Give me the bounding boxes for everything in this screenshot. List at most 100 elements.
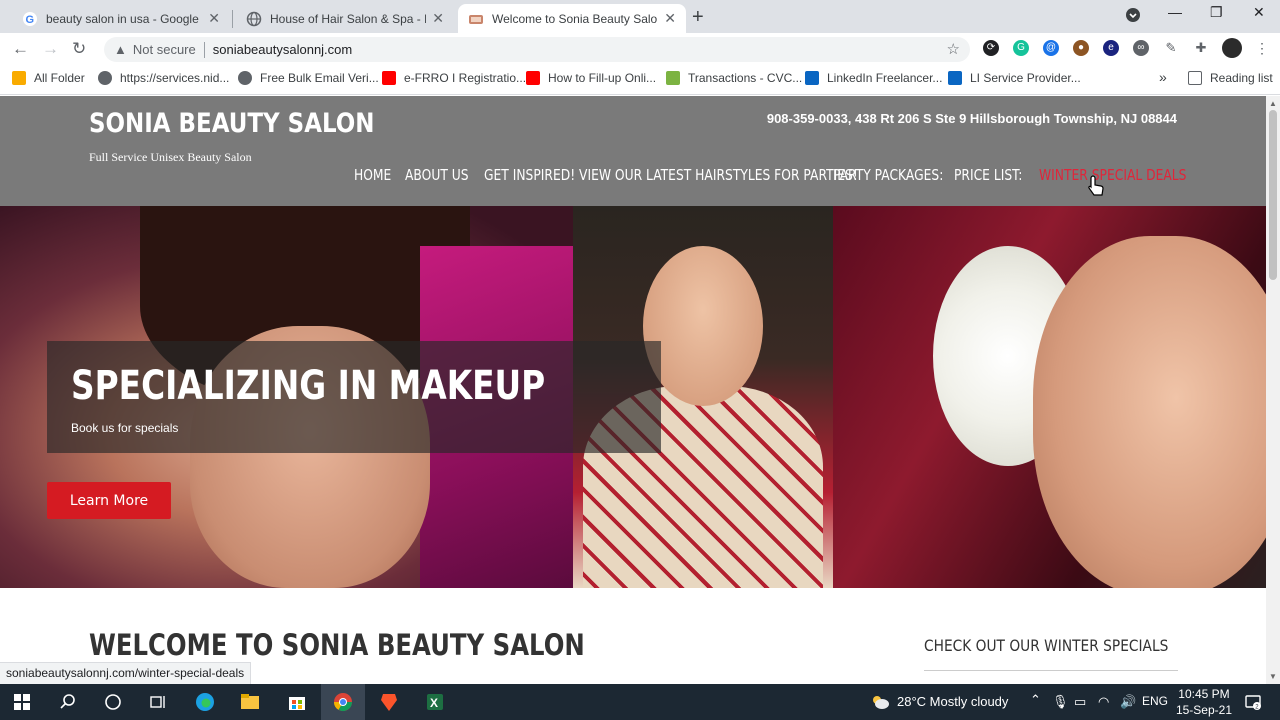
reading-list-button[interactable]: Reading list: [1188, 71, 1273, 85]
cookie-icon[interactable]: ●: [1073, 40, 1089, 56]
bookmark-item[interactable]: https://services.nid...: [98, 71, 229, 85]
clock-time: 10:45 PM: [1178, 687, 1230, 701]
windows-start-icon[interactable]: [12, 692, 32, 712]
youtube-icon: [526, 71, 540, 85]
svg-text:X: X: [430, 696, 438, 710]
scroll-down-icon[interactable]: ▼: [1269, 672, 1277, 681]
more-bookmarks-icon[interactable]: »: [1159, 69, 1167, 85]
extensions-puzzle-icon[interactable]: ✚: [1193, 40, 1209, 56]
tab-search-icon[interactable]: [1125, 7, 1141, 26]
bookmark-item[interactable]: How to Fill-up Onli...: [526, 71, 656, 85]
hero-banner: SPECIALIZING IN MAKEUP Book us for speci…: [0, 206, 1266, 588]
tab-title: Welcome to Sonia Beauty Salon-: [492, 11, 659, 26]
translate-extension-icon[interactable]: e: [1103, 40, 1119, 56]
scrollbar-thumb[interactable]: [1269, 110, 1277, 280]
chrome-icon[interactable]: [333, 692, 353, 712]
store-icon[interactable]: [287, 692, 307, 712]
salon-favicon-icon: [468, 11, 484, 27]
close-window-icon[interactable]: ✕: [1253, 4, 1265, 21]
task-view-icon[interactable]: [148, 692, 168, 712]
nav-home[interactable]: HOME: [354, 166, 391, 184]
linkedin-icon: [805, 71, 819, 85]
tab-separator: [232, 10, 233, 28]
volume-icon[interactable]: 🔊: [1120, 694, 1136, 710]
page-scrollbar[interactable]: ▲ ▼: [1266, 96, 1280, 684]
bookmark-item[interactable]: LI Service Provider...: [948, 71, 1081, 85]
grammarly-icon[interactable]: G: [1013, 40, 1029, 56]
google-icon: G: [22, 11, 38, 27]
nav-party-packages[interactable]: PARTY PACKAGES:: [833, 166, 943, 184]
address-bar[interactable]: ▲ Not secure soniabeautysalonnj.com ☆: [104, 37, 970, 62]
close-icon[interactable]: ✕: [432, 10, 444, 27]
tab-title: House of Hair Salon & Spa - Broo: [270, 11, 426, 26]
browser-toolbar: ← → ↻ ▲ Not secure soniabeautysalonnj.co…: [0, 33, 1280, 65]
winter-specials-heading: CHECK OUT OUR WINTER SPECIALS: [924, 636, 1169, 655]
cortana-icon[interactable]: [103, 692, 123, 712]
nav-get-inspired[interactable]: GET INSPIRED! VIEW OUR LATEST HAIRSTYLES…: [484, 166, 858, 184]
tab-google-search[interactable]: G beauty salon in usa - Google Sea ✕: [12, 4, 230, 33]
bookmark-star-icon[interactable]: ☆: [947, 40, 960, 58]
forward-icon[interactable]: →: [42, 39, 59, 59]
new-tab-button[interactable]: +: [692, 6, 704, 29]
minimize-icon[interactable]: —: [1168, 4, 1182, 20]
nav-about-us[interactable]: ABOUT US: [405, 166, 469, 184]
close-icon[interactable]: ✕: [664, 10, 676, 27]
tab-title: beauty salon in usa - Google Sea: [46, 11, 202, 26]
windows-taskbar: X 28°C Mostly cloudy ⌃ 🎙 ▭ ◠ 🔊 ENG 10:45…: [0, 684, 1280, 720]
extension-sync-icon[interactable]: ⟳: [983, 40, 999, 56]
warning-icon[interactable]: ▲: [114, 42, 127, 57]
contact-info: 908-359-0033, 438 Rt 206 S Ste 9 Hillsbo…: [766, 111, 1177, 126]
not-secure-label[interactable]: Not secure: [133, 42, 196, 57]
battery-icon[interactable]: ▭: [1074, 694, 1086, 710]
edge-icon[interactable]: [195, 692, 215, 712]
globe-icon: [246, 11, 262, 27]
excel-icon[interactable]: X: [425, 692, 445, 712]
link-extension-icon[interactable]: ∞: [1133, 40, 1149, 56]
site-tagline: Full Service Unisex Beauty Salon: [89, 150, 252, 164]
web-page: SONIA BEAUTY SALON Full Service Unisex B…: [0, 96, 1266, 684]
more-menu-icon[interactable]: ⋮: [1254, 40, 1270, 56]
url-text[interactable]: soniabeautysalonnj.com: [213, 42, 352, 57]
maximize-icon[interactable]: ❐: [1210, 4, 1223, 21]
hero-image-face: [643, 246, 763, 406]
site-logo[interactable]: SONIA BEAUTY SALON: [89, 108, 374, 139]
bookmark-item[interactable]: Transactions - CVC...: [666, 71, 802, 85]
tab-house-of-hair[interactable]: House of Hair Salon & Spa - Broo ✕: [236, 4, 454, 33]
mouse-pointer-icon: [1088, 175, 1104, 203]
weather-cloud-icon[interactable]: [870, 692, 890, 712]
nav-winter-special-deals[interactable]: WINTER SPECIAL DEALS: [1039, 166, 1186, 184]
language-indicator[interactable]: ENG: [1142, 694, 1168, 708]
svg-text:G: G: [26, 14, 35, 26]
nav-price-list[interactable]: PRICE LIST:: [954, 166, 1022, 184]
profile-avatar[interactable]: [1222, 38, 1242, 58]
bookmark-item[interactable]: All Folder: [12, 71, 85, 85]
system-clock[interactable]: 10:45 PM 15-Sep-21: [1176, 686, 1232, 718]
microphone-icon[interactable]: 🎙: [1052, 694, 1069, 710]
email-extension-icon[interactable]: @: [1043, 40, 1059, 56]
close-icon[interactable]: ✕: [208, 10, 220, 27]
learn-more-button[interactable]: Learn More: [47, 482, 171, 519]
welcome-heading: WELCOME TO SONIA BEAUTY SALON: [89, 628, 585, 662]
omnibox-separator: [203, 41, 205, 58]
hero-image-bridal-closeup: [833, 206, 1266, 588]
bookmark-item[interactable]: e-FRRO I Registratio...: [382, 71, 526, 85]
eyedropper-icon[interactable]: ✎: [1163, 40, 1179, 56]
search-icon[interactable]: [58, 692, 78, 712]
show-hidden-icons-icon[interactable]: ⌃: [1030, 692, 1041, 708]
clock-date: 15-Sep-21: [1175, 703, 1232, 717]
hero-title: SPECIALIZING IN MAKEUP: [71, 363, 546, 409]
reload-icon[interactable]: ↻: [72, 39, 86, 59]
weather-text[interactable]: 28°C Mostly cloudy: [897, 694, 1008, 709]
wifi-icon[interactable]: ◠: [1098, 694, 1109, 710]
scroll-up-icon[interactable]: ▲: [1269, 99, 1277, 108]
notifications-icon[interactable]: 2: [1243, 692, 1263, 712]
transactions-icon: [666, 71, 680, 85]
bookmark-item[interactable]: LinkedIn Freelancer...: [805, 71, 942, 85]
back-icon[interactable]: ←: [12, 39, 29, 59]
bookmarks-bar: All Folder https://services.nid... Free …: [0, 65, 1280, 95]
hero-image-face: [1033, 236, 1266, 588]
file-explorer-icon[interactable]: [240, 692, 260, 712]
brave-icon[interactable]: [379, 692, 399, 712]
tab-sonia-beauty-salon[interactable]: Welcome to Sonia Beauty Salon- ✕: [458, 4, 686, 33]
bookmark-item[interactable]: Free Bulk Email Veri...: [238, 71, 379, 85]
